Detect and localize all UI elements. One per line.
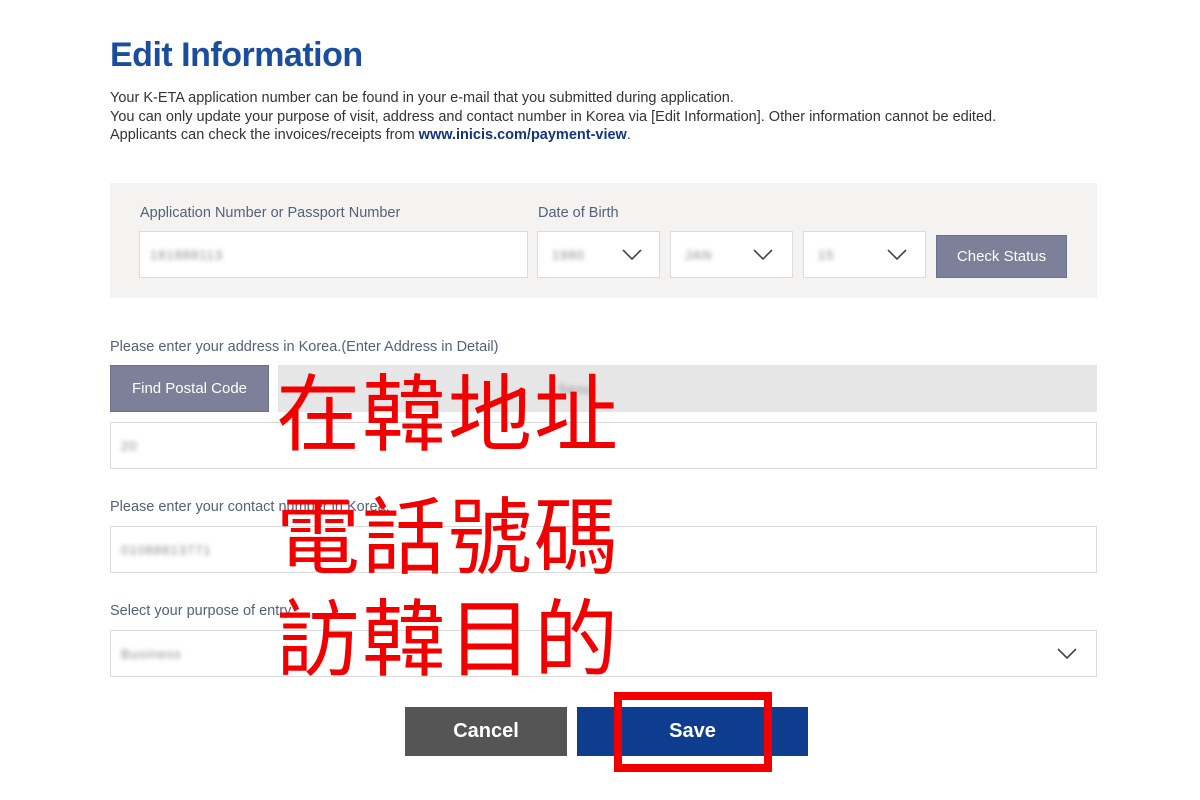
birth-year-select[interactable]: 1980 [537, 231, 660, 278]
application-number-input[interactable]: 181888113 [139, 231, 528, 278]
payment-view-link[interactable]: www.inicis.com/payment-view [419, 127, 627, 143]
page-description: Your K-ETA application number can be fou… [110, 89, 996, 145]
purpose-value: Business [121, 646, 182, 661]
annotation-purpose-text: 訪韓目的 [276, 591, 621, 689]
chevron-down-icon [622, 248, 642, 260]
annotation-highlight-box [614, 692, 772, 772]
birth-month-select[interactable]: JAN [670, 231, 793, 278]
address-detail-value: 20 [121, 438, 138, 453]
application-number-label: Application Number or Passport Number [140, 205, 401, 221]
contact-number-value: 01088813771 [121, 542, 212, 557]
description-line-3-suffix: . [626, 127, 631, 143]
find-postal-code-button[interactable]: Find Postal Code [110, 365, 269, 412]
annotation-phone-text: 電話號碼 [276, 489, 621, 587]
application-number-value: 181888113 [150, 247, 224, 262]
chevron-down-icon [887, 248, 907, 260]
address-label: Please enter your address in Korea.(Ente… [110, 339, 499, 355]
description-line-3: Applicants can check the invoices/receip… [110, 126, 996, 145]
cancel-button[interactable]: Cancel [405, 707, 567, 756]
birth-month-value: JAN [685, 247, 713, 262]
chevron-down-icon [1057, 647, 1077, 659]
description-line-1: Your K-ETA application number can be fou… [110, 90, 734, 106]
description-line-3-prefix: Applicants can check the invoices/receip… [110, 127, 419, 143]
chevron-down-icon [753, 248, 773, 260]
birth-day-select[interactable]: 15 [803, 231, 926, 278]
purpose-label: Select your purpose of entry. [110, 603, 295, 619]
date-of-birth-label: Date of Birth [538, 205, 619, 221]
annotation-address-text: 在韓地址 [276, 366, 621, 464]
check-status-button[interactable]: Check Status [936, 235, 1067, 278]
description-line-2: You can only update your purpose of visi… [110, 108, 997, 125]
page-title: Edit Information [110, 36, 363, 74]
birth-day-value: 15 [818, 247, 835, 262]
birth-year-value: 1980 [552, 247, 585, 262]
